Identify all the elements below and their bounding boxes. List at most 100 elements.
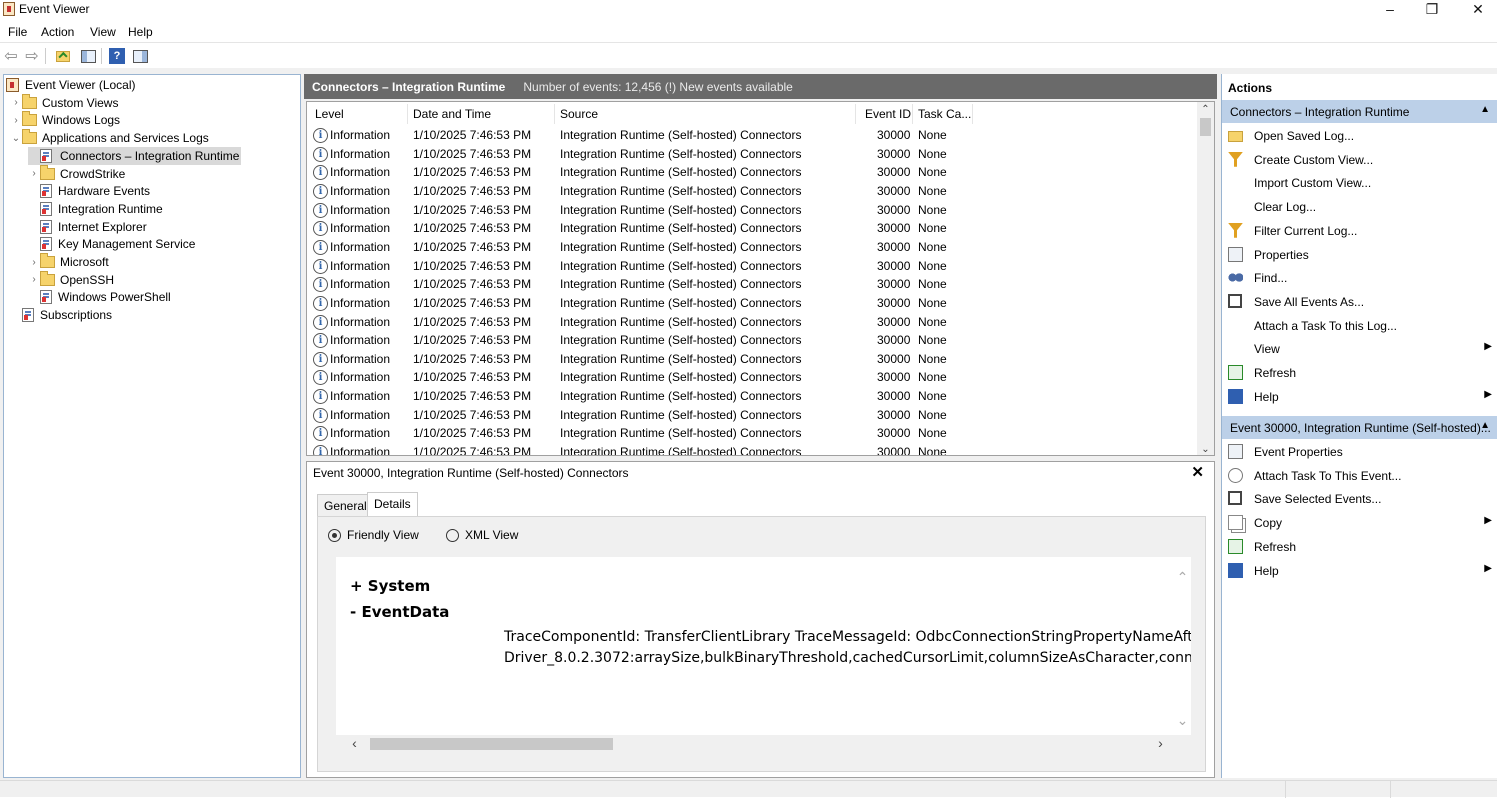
menu-file[interactable]: File	[8, 25, 27, 39]
action-item[interactable]: Clear Log...	[1222, 196, 1497, 218]
column-header-source[interactable]: Source	[560, 107, 598, 121]
details-horizontal-scrollbar[interactable]: ‹ ›	[336, 735, 1191, 753]
scroll-up-icon[interactable]: ⌃	[1197, 104, 1214, 115]
table-row[interactable]: i Information 1/10/2025 7:46:53 PM Integrat…	[307, 275, 1197, 293]
column-divider[interactable]	[972, 104, 973, 124]
tree-item[interactable]: ⌄ Applications and Services Logs	[10, 129, 209, 147]
restore-button[interactable]: ❐	[1409, 0, 1455, 20]
menu-action[interactable]: Action	[41, 25, 74, 39]
column-header-level[interactable]: Level	[315, 107, 344, 121]
tree-item[interactable]: Event Viewer (Local)	[6, 76, 136, 94]
action-item[interactable]: Import Custom View...	[1222, 172, 1497, 194]
show-hide-action-pane-icon[interactable]	[132, 48, 148, 64]
expand-icon[interactable]: ⌄	[10, 133, 22, 144]
action-item[interactable]: Copy ▶	[1222, 512, 1497, 534]
table-row[interactable]: i Information 1/10/2025 7:46:53 PM Integrat…	[307, 201, 1197, 219]
tree-item[interactable]: Windows PowerShell	[28, 288, 171, 306]
table-row[interactable]: i Information 1/10/2025 7:46:53 PM Integrat…	[307, 443, 1197, 455]
table-row[interactable]: i Information 1/10/2025 7:46:53 PM Integrat…	[307, 145, 1197, 163]
minimize-button[interactable]: –	[1367, 0, 1413, 20]
scroll-right-icon[interactable]: ›	[1152, 735, 1169, 751]
column-header-date-time[interactable]: Date and Time	[413, 107, 491, 121]
collapse-icon[interactable]: ▲	[1480, 104, 1490, 115]
column-divider[interactable]	[912, 104, 913, 124]
tab-details[interactable]: Details	[367, 492, 418, 516]
system-node[interactable]: + System	[350, 577, 430, 595]
table-row[interactable]: i Information 1/10/2025 7:46:53 PM Integrat…	[307, 126, 1197, 144]
column-divider[interactable]	[855, 104, 856, 124]
help-icon[interactable]: ?	[109, 48, 125, 64]
eventdata-node[interactable]: - EventData	[350, 603, 449, 621]
expand-icon[interactable]: ›	[10, 115, 22, 126]
expand-icon[interactable]: ›	[28, 274, 40, 285]
action-item[interactable]: Help ▶	[1222, 560, 1497, 582]
action-item[interactable]: Create Custom View...	[1222, 149, 1497, 171]
column-divider[interactable]	[407, 104, 408, 124]
xml-view-radio[interactable]: XML View	[446, 528, 518, 542]
table-row[interactable]: i Information 1/10/2025 7:46:53 PM Integrat…	[307, 257, 1197, 275]
tree-item[interactable]: › Microsoft	[28, 253, 109, 271]
action-item[interactable]: View ▶	[1222, 338, 1497, 360]
table-row[interactable]: i Information 1/10/2025 7:46:53 PM Integrat…	[307, 313, 1197, 331]
tree-item[interactable]: Connectors – Integration Runtime	[28, 146, 242, 165]
action-item[interactable]: Attach Task To This Event...	[1222, 465, 1497, 487]
up-folder-icon[interactable]	[55, 48, 71, 64]
back-icon[interactable]: ⇦	[3, 48, 19, 65]
table-row[interactable]: i Information 1/10/2025 7:46:53 PM Integrat…	[307, 182, 1197, 200]
table-row[interactable]: i Information 1/10/2025 7:46:53 PM Integrat…	[307, 219, 1197, 237]
scroll-left-icon[interactable]: ‹	[346, 735, 363, 751]
column-header-event-id[interactable]: Event ID	[865, 107, 911, 121]
action-item[interactable]: Find...	[1222, 267, 1497, 289]
scroll-thumb[interactable]	[370, 738, 613, 750]
action-item[interactable]: Refresh	[1222, 362, 1497, 384]
table-row[interactable]: i Information 1/10/2025 7:46:53 PM Integrat…	[307, 238, 1197, 256]
tab-general[interactable]: General	[317, 494, 374, 516]
action-item[interactable]: Attach a Task To this Log...	[1222, 315, 1497, 337]
action-group-event[interactable]: Event 30000, Integration Runtime (Self-h…	[1222, 416, 1497, 439]
action-item[interactable]: Save All Events As...	[1222, 291, 1497, 313]
action-item[interactable]: Refresh	[1222, 536, 1497, 558]
events-vertical-scrollbar[interactable]: ⌃ ⌄	[1197, 102, 1214, 455]
table-row[interactable]: i Information 1/10/2025 7:46:53 PM Integrat…	[307, 406, 1197, 424]
tree-item[interactable]: › CrowdStrike	[28, 164, 125, 183]
table-row[interactable]: i Information 1/10/2025 7:46:53 PM Integrat…	[307, 424, 1197, 442]
collapse-icon[interactable]: ▲	[1480, 420, 1490, 431]
action-item[interactable]: Filter Current Log...	[1222, 220, 1497, 242]
friendly-view-radio[interactable]: Friendly View	[328, 528, 419, 542]
close-button[interactable]: ✕	[1455, 0, 1497, 20]
menu-help[interactable]: Help	[128, 25, 153, 39]
menu-view[interactable]: View	[90, 25, 116, 39]
tree-item[interactable]: › OpenSSH	[28, 270, 114, 289]
table-row[interactable]: i Information 1/10/2025 7:46:53 PM Integrat…	[307, 163, 1197, 181]
forward-icon[interactable]: ⇨	[24, 48, 40, 65]
action-item[interactable]: Help ▶	[1222, 386, 1497, 408]
tree-item[interactable]: Subscriptions	[10, 306, 112, 324]
action-item[interactable]: Save Selected Events...	[1222, 488, 1497, 510]
expand-icon[interactable]: ›	[10, 97, 22, 108]
tree-item[interactable]: Hardware Events	[28, 182, 150, 200]
table-row[interactable]: i Information 1/10/2025 7:46:53 PM Integrat…	[307, 387, 1197, 405]
tree-item[interactable]: Internet Explorer	[28, 218, 147, 236]
table-row[interactable]: i Information 1/10/2025 7:46:53 PM Integrat…	[307, 350, 1197, 368]
tree-item[interactable]: › Windows Logs	[10, 111, 120, 129]
scroll-up-icon[interactable]: ⌃	[1174, 569, 1191, 586]
column-header-task-category[interactable]: Task Ca...	[918, 107, 971, 121]
expand-icon[interactable]: ›	[28, 168, 40, 179]
column-divider[interactable]	[554, 104, 555, 124]
scroll-down-icon[interactable]: ⌄	[1197, 444, 1214, 455]
scroll-thumb[interactable]	[1200, 118, 1211, 136]
table-row[interactable]: i Information 1/10/2025 7:46:53 PM Integrat…	[307, 294, 1197, 312]
action-item[interactable]: Properties	[1222, 244, 1497, 266]
table-row[interactable]: i Information 1/10/2025 7:46:53 PM Integrat…	[307, 368, 1197, 386]
scroll-down-icon[interactable]: ⌄	[1174, 712, 1191, 729]
expand-icon[interactable]: ›	[28, 257, 40, 268]
show-hide-tree-icon[interactable]	[80, 48, 96, 64]
action-item[interactable]: Open Saved Log...	[1222, 125, 1497, 147]
table-row[interactable]: i Information 1/10/2025 7:46:53 PM Integrat…	[307, 331, 1197, 349]
tree-item[interactable]: Integration Runtime	[28, 200, 163, 218]
action-group-log[interactable]: Connectors – Integration Runtime ▲	[1222, 100, 1497, 123]
tree-item[interactable]: › Custom Views	[10, 93, 118, 112]
tree-item[interactable]: Key Management Service	[28, 235, 195, 253]
close-icon[interactable]: ✕	[1191, 463, 1204, 481]
action-item[interactable]: Event Properties	[1222, 441, 1497, 463]
